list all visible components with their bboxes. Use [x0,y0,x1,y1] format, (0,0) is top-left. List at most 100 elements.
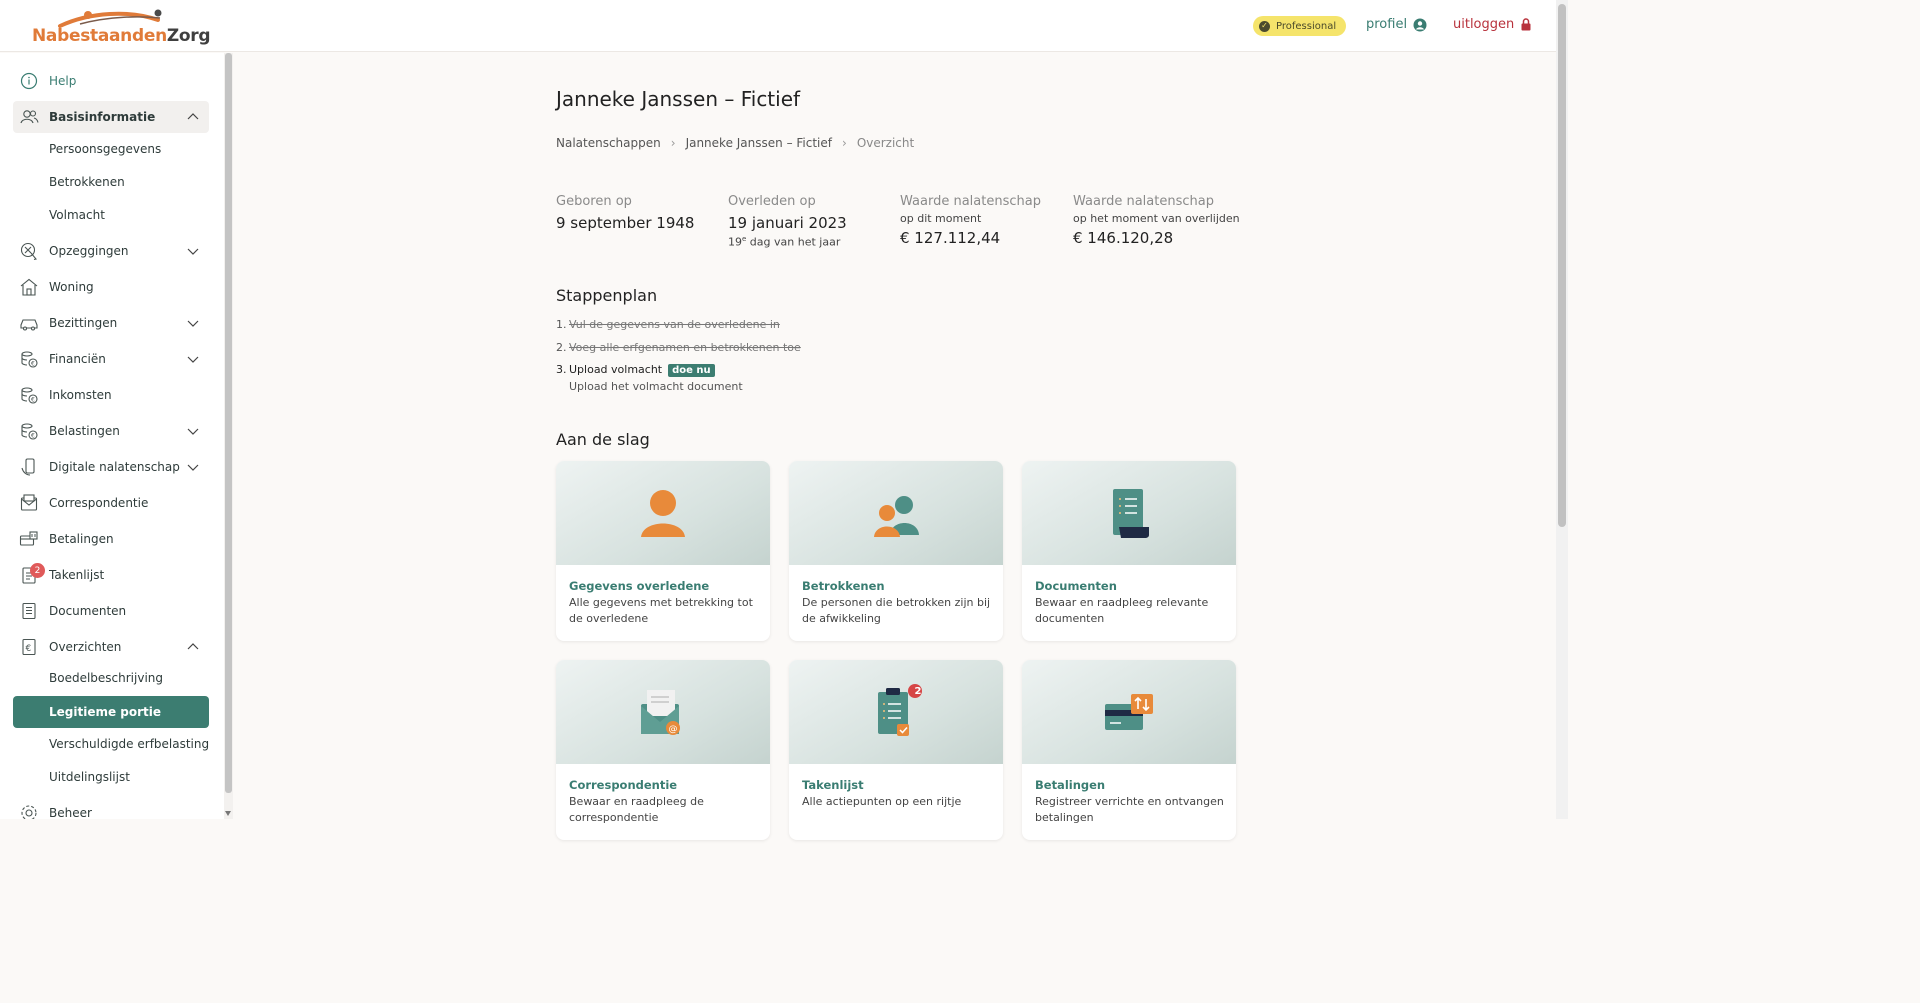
car-icon [20,319,38,331]
sidebar-item-inkomsten[interactable]: € Inkomsten [13,379,209,411]
card-takenlijst[interactable]: 2 Takenlijst Alle actiepunten op een rij… [789,660,1003,840]
sidebar-subitem-volmacht[interactable]: Volmacht [13,200,209,230]
sidebar-subitem-uitdelingslijst[interactable]: Uitdelingslijst [13,762,209,792]
breadcrumb-current: Overzicht [856,136,915,150]
step-description: Upload het volmacht document [569,380,743,393]
card-title: Takenlijst [802,778,864,792]
sidebar-item-opzeggingen[interactable]: Opzeggingen [13,235,209,267]
fact-value: € 146.120,28 [1073,229,1174,247]
sidebar-item-financien[interactable]: € Financiën [13,343,209,375]
sidebar-item-documenten[interactable]: Documenten [13,595,209,627]
doe-nu-button[interactable]: doe nu [668,364,715,377]
fact-value: 9 september 1948 [556,214,695,232]
document-icon [22,602,36,620]
card-description: Alle actiepunten op een rijtje [802,795,962,808]
card-betrokkenen[interactable]: Betrokkenen De personen die betrokken zi… [789,461,1003,641]
sidebar-item-beheer[interactable]: Beheer [13,797,209,819]
card-description: Bewaar en raadpleeg relevante documenten [1035,596,1209,625]
coins-euro-icon: € [21,423,38,440]
sidebar-scrollbar[interactable] [224,53,233,819]
page-scrollbar[interactable] [1556,0,1568,819]
sidebar-item-help[interactable]: Help [13,65,209,97]
card-documenten[interactable]: Documenten Bewaar en raadpleeg relevante… [1022,461,1236,641]
card-correspondentie[interactable]: @ Correspondentie Bewaar en raadpleeg de… [556,660,770,840]
sidebar-item-label: Betalingen [49,532,114,546]
cancel-cursor-icon [20,242,37,261]
sidebar-item-label: Overzichten [49,640,122,654]
svg-text:€: € [31,433,35,440]
credit-card-icon [19,531,38,546]
card-illustration: 2 [789,660,1003,764]
check-circle-icon: ✓ [1259,20,1270,32]
chevron-up-icon[interactable] [187,641,199,653]
chevron-down-icon[interactable] [187,461,199,473]
sidebar-item-belastingen[interactable]: € Belastingen [13,415,209,447]
profile-label: profiel [1366,17,1408,32]
plan-badge: ✓ Professional [1253,16,1347,36]
sidebar-item-bezittingen[interactable]: Bezittingen [13,307,209,339]
chevron-down-icon[interactable] [187,353,199,365]
chevron-up-icon[interactable] [187,111,199,123]
sidebar-item-label: Basisinformatie [49,110,156,124]
sidebar-subitem-boedelbeschrijving[interactable]: Boedelbeschrijving [13,663,209,693]
user-circle-icon [1413,18,1427,31]
sidebar-subitem-persoonsgegevens[interactable]: Persoonsgegevens [13,134,209,164]
card-illustration [556,461,770,565]
sidebar-subitem-legitieme-portie[interactable]: Legitieme portie [13,696,209,728]
envelope-icon [20,494,38,511]
card-betalingen[interactable]: Betalingen Registreer verrichte en ontva… [1022,660,1236,840]
users-icon [20,110,39,124]
step-item[interactable]: 1. Vul de gegevens van de overledene in [556,318,780,331]
page-title: Janneke Janssen – Fictief [556,87,801,111]
card-illustration [789,461,1003,565]
scroll-down-arrow-icon[interactable] [225,811,231,816]
document-icon [1113,489,1149,538]
card-title: Correspondentie [569,778,678,792]
sidebar-item-basisinformatie[interactable]: Basisinformatie [13,101,209,133]
breadcrumb: Nalatenschappen › Janneke Janssen – Fict… [556,136,914,150]
card-description: De personen die betrokken zijn bij de af… [802,596,991,625]
sidebar-item-label: Opzeggingen [49,244,129,258]
sidebar-item-label: Bezittingen [49,316,118,330]
chevron-down-icon[interactable] [187,245,199,257]
breadcrumb-item[interactable]: Janneke Janssen – Fictief [686,136,832,150]
card-gegevens-overledene[interactable]: Gegevens overledene Alle gegevens met be… [556,461,770,641]
sidebar-scrollbar-thumb[interactable] [225,53,232,793]
step-item[interactable]: 2. Voeg alle erfgenamen en betrokkenen to… [556,341,801,354]
fact-label: Waarde nalatenschap [1073,194,1214,209]
card-title: Gegevens overledene [569,579,710,593]
sidebar-subitem-verschuldigde-erfbelasting[interactable]: Verschuldigde erfbelasting [13,729,209,759]
fact-value-now: Waarde nalatenschap op dit moment € 127.… [900,194,1041,247]
chevron-down-icon[interactable] [187,425,199,437]
sidebar-item-digitale-nalatenschap[interactable]: Digitale nalatenschap [13,451,209,483]
stappenplan-title: Stappenplan [556,286,658,305]
sidebar: Help Basisinformatie Persoonsgegevens Be… [0,53,224,819]
breadcrumb-item[interactable]: Nalatenschappen [556,136,661,150]
card-illustration: @ [556,660,770,764]
brand-logo[interactable]: NabestaandenZorg [30,8,211,48]
sidebar-subitem-label: Volmacht [49,208,105,222]
top-bar: NabestaandenZorg ✓ Professional profiel … [0,0,1556,52]
page-scrollbar-thumb[interactable] [1558,4,1566,527]
card-title: Betalingen [1035,778,1106,792]
sidebar-subitem-betrokkenen[interactable]: Betrokkenen [13,167,209,197]
chevron-down-icon[interactable] [187,317,199,329]
logout-link[interactable]: uitloggen [1453,17,1532,32]
fact-value-death: Waarde nalatenschap op het moment van ov… [1073,194,1240,247]
card-title: Documenten [1035,579,1117,593]
sidebar-item-overzichten[interactable]: € Overzichten [13,631,209,663]
sidebar-item-betalingen[interactable]: Betalingen [13,523,209,555]
sidebar-item-correspondentie[interactable]: Correspondentie [13,487,209,519]
sidebar-item-label: Help [49,74,77,88]
plan-badge-label: Professional [1276,20,1337,32]
aan-de-slag-title: Aan de slag [556,430,650,449]
fact-born: Geboren op 9 september 1948 [556,194,694,232]
sidebar-subitem-label: Persoonsgegevens [49,142,162,156]
sidebar-item-label: Financiën [49,352,106,366]
logo-text: NabestaandenZorg [32,26,211,46]
sidebar-item-label: Beheer [49,806,92,819]
sidebar-item-woning[interactable]: Woning [13,271,209,303]
step-item-current[interactable]: 3. Upload volmacht doe nu [556,363,715,377]
profile-link[interactable]: profiel [1366,17,1427,32]
card-description: Alle gegevens met betrekking tot de over… [569,596,753,625]
